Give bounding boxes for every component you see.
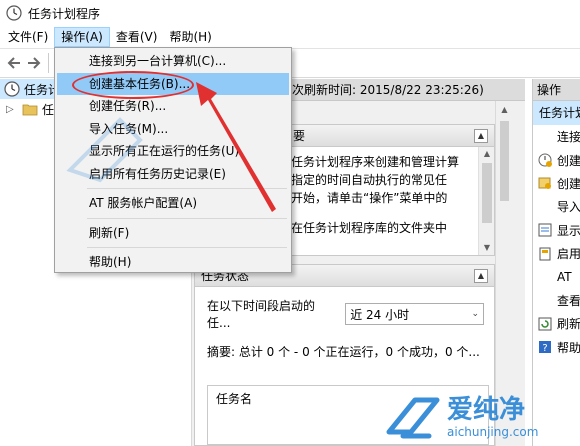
scroll-thumb[interactable] — [482, 163, 492, 223]
action-connect[interactable]: 连接 — [533, 125, 580, 148]
period-select[interactable]: 近 24 小时 ⌄ — [345, 303, 484, 325]
back-arrow-icon — [7, 57, 20, 69]
overview-scrollbar[interactable]: ▲ ▼ — [478, 147, 494, 255]
action-at-service[interactable]: AT — [533, 265, 580, 288]
action-label: 刷新 — [557, 317, 580, 332]
action-create-basic-task[interactable]: 创建 — [533, 148, 580, 171]
menu-action[interactable]: 操作(A) — [54, 27, 110, 47]
chevron-down-icon: ⌄ — [471, 309, 479, 319]
toolbar-divider — [48, 53, 49, 73]
create-task-icon — [538, 177, 551, 190]
collapse-arrow-icon: ▲ — [477, 131, 485, 140]
action-label: 连接 — [557, 130, 580, 145]
scroll-up-icon[interactable]: ▲ — [496, 103, 513, 117]
action-view[interactable]: 查看 — [533, 289, 580, 312]
menu-item-connect-computer[interactable]: 连接到另一台计算机(C)... — [57, 50, 289, 73]
watermark-brand: 爱纯净 — [447, 395, 526, 425]
faint-watermark-logo — [66, 117, 143, 183]
running-tasks-icon — [538, 223, 552, 237]
action-help[interactable]: ? 帮助 — [533, 336, 580, 359]
action-label: 显示 — [557, 223, 580, 238]
collapse-arrow-icon: ▲ — [477, 271, 485, 280]
create-basic-task-icon — [538, 153, 552, 168]
overview-line: 任务计划程序来创建和管理计算 — [291, 155, 460, 169]
menu-item-help[interactable]: 帮助(H) — [57, 251, 289, 274]
help-icon: ? — [539, 341, 551, 354]
title-bar: 任务计划程序 — [0, 0, 580, 26]
action-label: 启用 — [557, 247, 580, 262]
summary-text: 摘要: 总计 0 个 - 0 个正在运行，0 个成功，0 个... — [207, 345, 480, 359]
collapse-button[interactable]: ▲ — [474, 269, 488, 283]
period-row: 在以下时间段启动的任... 近 24 小时 ⌄ — [195, 287, 494, 331]
period-value: 近 24 小时 — [350, 307, 410, 322]
overview-line: 在任务计划程序库的文件夹中 — [291, 221, 448, 235]
actions-header: 操作 — [533, 79, 580, 101]
action-label: 查看 — [557, 293, 580, 308]
menu-item-refresh[interactable]: 刷新(F) — [57, 222, 289, 245]
clock-icon — [4, 81, 20, 97]
watermark-url: aichunjing.com — [447, 425, 539, 439]
back-button[interactable] — [4, 53, 24, 73]
action-label: 帮助 — [557, 340, 580, 355]
menu-separator — [87, 247, 287, 248]
scroll-thumb[interactable] — [500, 121, 509, 201]
tree-item-label: 任 — [42, 102, 55, 117]
menu-item-at-service-config[interactable]: AT 服务帐户配置(A) — [57, 192, 289, 215]
panel-title: 要 — [293, 129, 306, 143]
action-enable-history[interactable]: 启用 — [533, 242, 580, 265]
folder-icon — [22, 104, 38, 116]
menu-separator — [87, 217, 287, 219]
actions-section-task-scheduler[interactable]: 任务计划 — [533, 101, 580, 125]
expand-chevron-icon[interactable]: ▷ — [6, 104, 18, 115]
annotation-highlight-oval — [72, 71, 194, 99]
action-import[interactable]: 导入 — [533, 195, 580, 218]
menu-bar: 文件(F) 操作(A) 查看(V) 帮助(H) — [0, 26, 580, 48]
refresh-time-text: 次刷新时间: 2015/8/22 23:25:26) — [292, 83, 484, 97]
overview-line: 开始，请单击“操作”菜单中的 — [291, 191, 448, 205]
refresh-icon — [538, 317, 552, 331]
site-watermark: 爱纯净 aichunjing.com — [385, 388, 580, 446]
action-label: 创建 — [557, 153, 580, 168]
forward-button[interactable] — [24, 53, 44, 73]
watermark-logo-icon — [386, 397, 440, 439]
menu-help[interactable]: 帮助(H) — [163, 27, 217, 47]
menu-view[interactable]: 查看(V) — [110, 27, 164, 47]
task-scheduler-clock-icon — [6, 5, 22, 21]
scroll-up-icon[interactable]: ▲ — [479, 147, 495, 161]
history-icon — [539, 247, 551, 261]
forward-arrow-icon — [28, 57, 41, 69]
window-title: 任务计划程序 — [28, 6, 101, 21]
menu-file[interactable]: 文件(F) — [2, 27, 54, 47]
action-refresh[interactable]: 刷新 — [533, 312, 580, 335]
svg-text:?: ? — [542, 343, 547, 354]
scroll-down-icon[interactable]: ▼ — [479, 241, 495, 255]
action-label: AT — [557, 270, 572, 285]
action-show-running[interactable]: 显示 — [533, 219, 580, 242]
collapse-button[interactable]: ▲ — [474, 129, 488, 143]
action-create-task[interactable]: 创建 — [533, 172, 580, 195]
action-label: 创建 — [557, 176, 580, 191]
overview-line: 指定的时间自动执行的常见任 — [291, 173, 448, 187]
action-label: 导入 — [557, 200, 580, 215]
period-label: 在以下时间段启动的任... — [207, 299, 316, 330]
